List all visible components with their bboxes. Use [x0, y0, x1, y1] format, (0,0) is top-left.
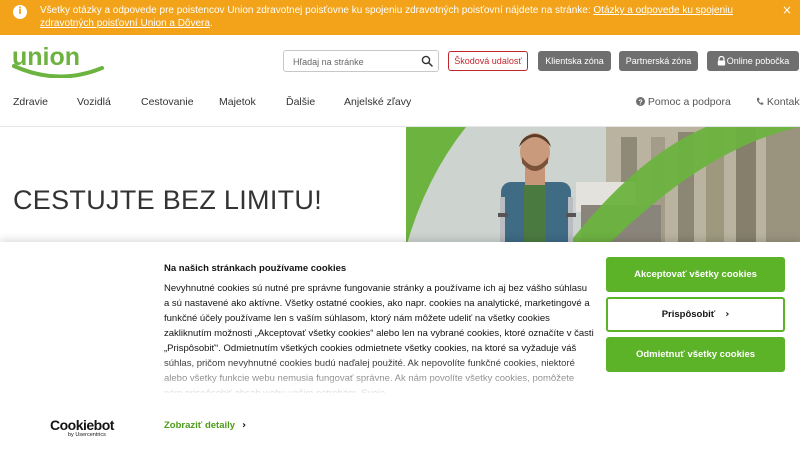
cookie-title: Na našich stránkach používame cookies: [164, 263, 347, 274]
nav-item-vozidla[interactable]: Vozidlá: [77, 96, 111, 108]
hero-title: CESTUJTE BEZ LIMITU!: [13, 185, 323, 215]
nav-item-majetok[interactable]: Majetok: [219, 96, 256, 108]
reject-all-button[interactable]: Odmietnuť všetky cookies: [606, 337, 785, 372]
chevron-right-icon: ›: [242, 420, 247, 431]
show-details-link[interactable]: Zobraziť detaily: [164, 420, 235, 431]
cookiebot-logo: Cookiebot by Usercentrics: [50, 417, 120, 439]
client-zone-button[interactable]: Klientska zóna: [538, 51, 611, 71]
search-icon[interactable]: [421, 55, 433, 67]
notice-suffix: .: [209, 18, 213, 29]
notice-text: Všetky otázky a odpovede pre poistencov …: [40, 4, 770, 30]
logo-swoosh-icon: [12, 64, 104, 78]
cookie-text-fade: [164, 357, 594, 397]
chevron-right-icon: ›: [725, 309, 730, 320]
help-label: Pomoc a podpora: [647, 96, 731, 108]
claim-button[interactable]: Škodová udalosť: [448, 51, 528, 71]
contact-link[interactable]: Kontakt: [756, 96, 800, 108]
online-branch-label: Online pobočka: [726, 56, 790, 66]
phone-icon: [756, 97, 764, 105]
search-input[interactable]: [293, 54, 413, 69]
customize-label: Prispôsobiť: [661, 309, 716, 320]
search-box: [283, 50, 439, 72]
close-icon[interactable]: ×: [782, 3, 792, 17]
svg-text:?: ?: [638, 99, 642, 106]
help-icon: ?: [636, 97, 645, 106]
contact-label: Kontakt: [766, 96, 800, 108]
nav-item-zdravie[interactable]: Zdravie: [13, 96, 48, 108]
online-branch-button[interactable]: Online pobočka: [707, 51, 799, 71]
union-logo[interactable]: union: [12, 44, 104, 78]
help-link[interactable]: ? Pomoc a podpora: [636, 96, 731, 108]
cookiebot-sub: by Usercentrics: [68, 432, 106, 438]
info-icon: i: [13, 5, 27, 19]
nav-item-anjelske-zlavy[interactable]: Anjelské zľavy: [344, 96, 411, 108]
hero-image: [406, 127, 800, 247]
nav-item-cestovanie[interactable]: Cestovanie: [141, 96, 194, 108]
notice-banner: i Všetky otázky a odpovede pre poistenco…: [0, 0, 800, 35]
notice-message: Všetky otázky a odpovede pre poistencov …: [40, 5, 594, 16]
lock-icon: [717, 56, 726, 66]
main-nav: Zdravie Vozidlá Cestovanie Majetok Ďalši…: [0, 96, 800, 112]
partner-zone-button[interactable]: Partnerská zóna: [619, 51, 698, 71]
customize-button[interactable]: Prispôsobiť ›: [606, 297, 785, 332]
cookiebot-name: Cookiebot: [50, 417, 114, 433]
nav-item-dalsie[interactable]: Ďalšie: [286, 96, 315, 108]
accept-all-button[interactable]: Akceptovať všetky cookies: [606, 257, 785, 292]
cookie-dialog: Na našich stránkach používame cookies Ne…: [0, 242, 800, 450]
hero-photo: [406, 127, 800, 247]
